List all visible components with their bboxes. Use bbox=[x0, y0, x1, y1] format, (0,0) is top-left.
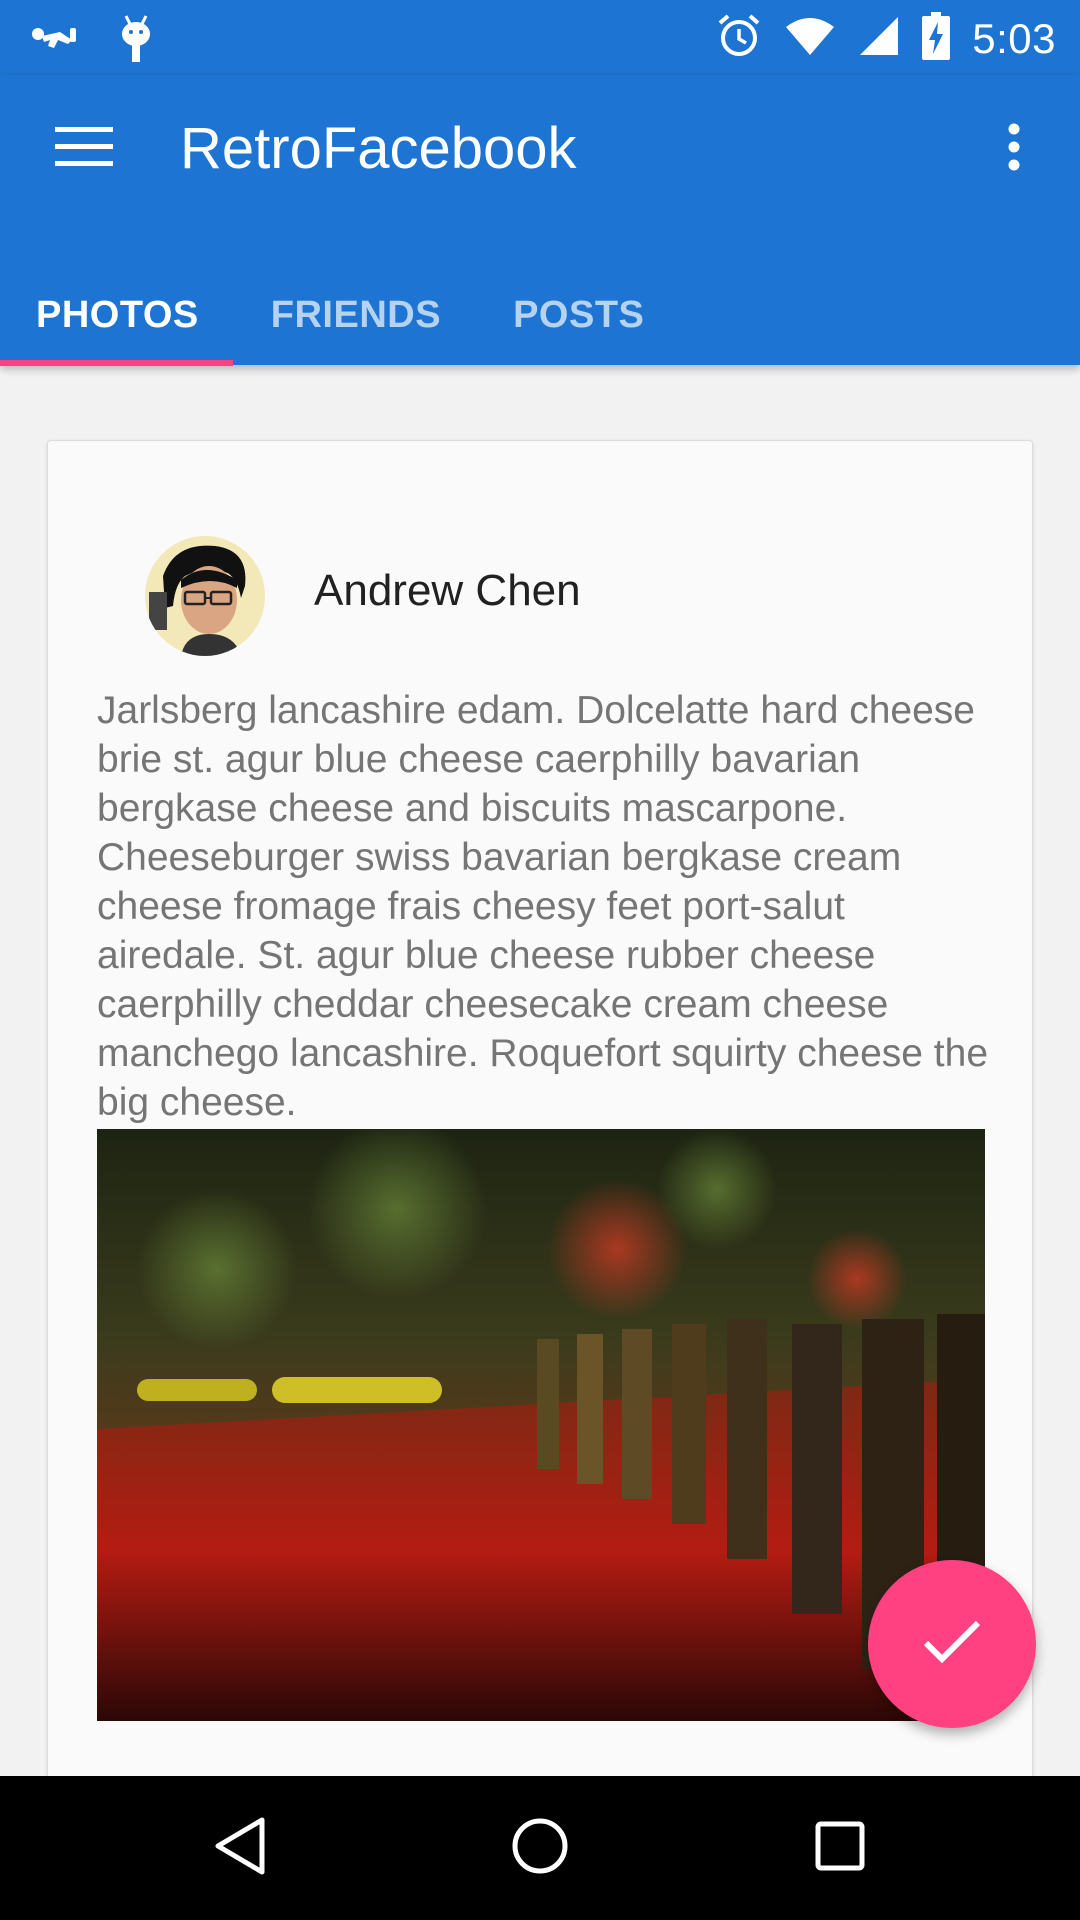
app-bar: RetroFacebook PHOTOS FRIENDS POSTS bbox=[0, 75, 1080, 366]
home-button[interactable] bbox=[490, 1798, 590, 1898]
signal-icon bbox=[858, 15, 900, 62]
battery-charging-icon bbox=[922, 12, 951, 65]
recents-button[interactable] bbox=[790, 1798, 890, 1898]
tab-friends[interactable]: FRIENDS bbox=[235, 265, 477, 365]
status-time: 5:03 bbox=[972, 14, 1056, 62]
check-icon bbox=[922, 1619, 982, 1670]
post-card[interactable]: Andrew Chen Jarlsberg lancashire edam. D… bbox=[47, 440, 1033, 1780]
status-notifications bbox=[28, 14, 156, 71]
back-icon bbox=[212, 1816, 268, 1881]
navigation-bar bbox=[0, 1776, 1080, 1920]
wifi-icon bbox=[784, 15, 836, 62]
status-system-icons: 5:03 bbox=[716, 12, 1056, 65]
more-vert-icon bbox=[1007, 123, 1021, 176]
avatar[interactable] bbox=[145, 536, 265, 656]
baby-crawl-icon bbox=[28, 14, 80, 71]
hamburger-menu-icon bbox=[55, 126, 113, 172]
status-bar: 5:03 bbox=[0, 0, 1080, 75]
menu-button[interactable] bbox=[40, 105, 128, 193]
app-title: RetroFacebook bbox=[180, 116, 577, 181]
tab-photos[interactable]: PHOTOS bbox=[0, 265, 235, 365]
app-screen: 5:03 RetroFacebook PHOTOS FRIENDS POSTS … bbox=[0, 0, 1080, 1920]
home-icon bbox=[511, 1817, 569, 1880]
tab-indicator bbox=[0, 360, 233, 366]
fab-check-button[interactable] bbox=[868, 1560, 1036, 1728]
alarm-icon bbox=[716, 13, 762, 64]
author-name[interactable]: Andrew Chen bbox=[314, 566, 581, 616]
back-button[interactable] bbox=[190, 1798, 290, 1898]
recents-icon bbox=[814, 1820, 866, 1877]
android-debug-icon bbox=[116, 14, 156, 71]
overflow-menu-button[interactable] bbox=[984, 105, 1044, 193]
tab-posts[interactable]: POSTS bbox=[477, 265, 680, 365]
post-photo[interactable] bbox=[97, 1129, 985, 1721]
post-text: Jarlsberg lancashire edam. Dolcelatte ha… bbox=[97, 689, 989, 1124]
tab-bar: PHOTOS FRIENDS POSTS bbox=[0, 265, 680, 366]
